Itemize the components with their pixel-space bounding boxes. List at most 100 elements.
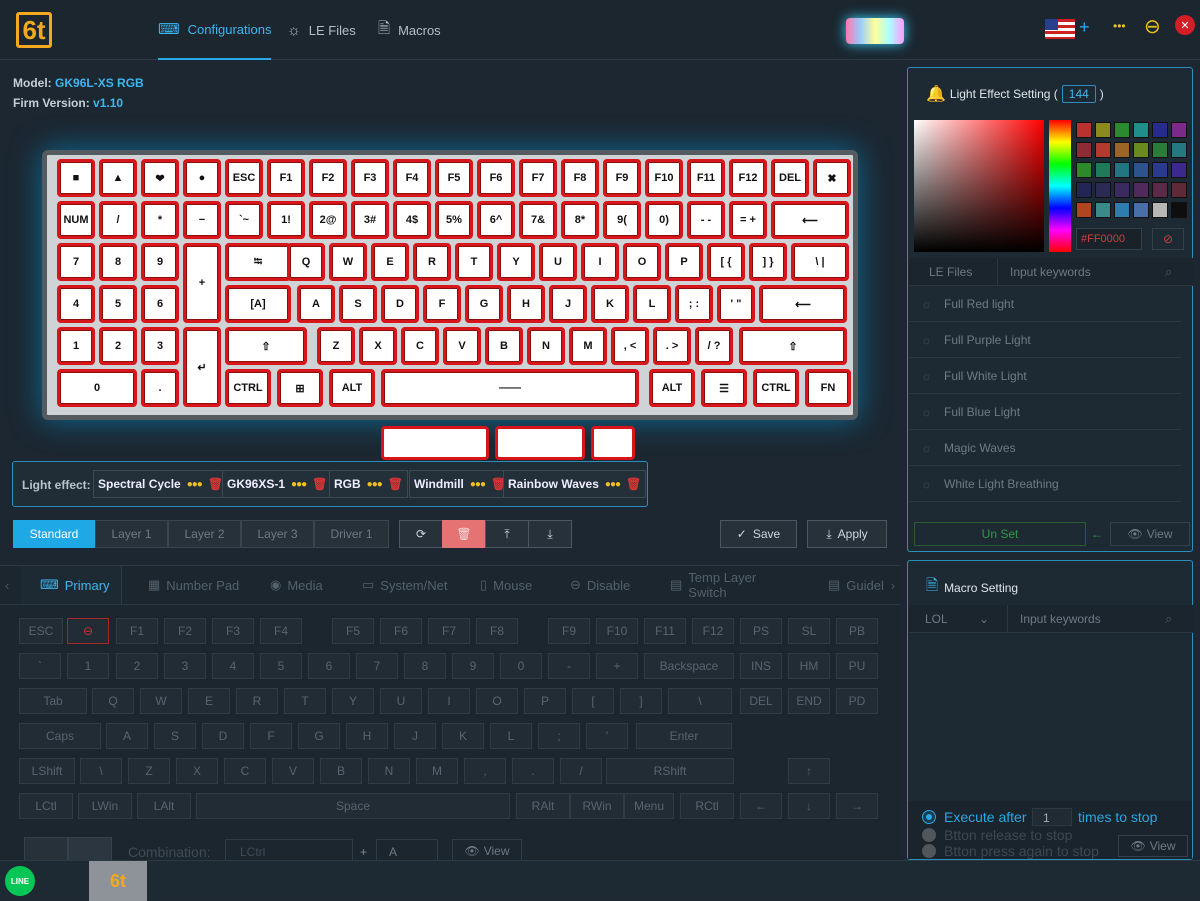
keyboard-key[interactable]: ; : bbox=[675, 285, 713, 323]
mapping-key[interactable]: [ bbox=[572, 688, 614, 714]
mapping-key[interactable]: ← bbox=[740, 793, 782, 819]
mapping-key[interactable]: Menu bbox=[624, 793, 674, 819]
mapping-key[interactable]: F7 bbox=[428, 618, 470, 644]
mapping-key[interactable]: F3 bbox=[212, 618, 254, 644]
color-swatch[interactable] bbox=[1076, 122, 1092, 138]
mapping-key[interactable]: RCtl bbox=[680, 793, 734, 819]
color-swatch[interactable] bbox=[1133, 122, 1149, 138]
mapping-key[interactable]: T bbox=[284, 688, 326, 714]
keyboard-key[interactable]: / ? bbox=[695, 327, 733, 365]
color-picker-area[interactable] bbox=[914, 120, 1044, 252]
mapping-key[interactable]: - bbox=[548, 653, 590, 679]
keyboard-key[interactable]: V bbox=[443, 327, 481, 365]
mapping-key[interactable]: I bbox=[428, 688, 470, 714]
keyboard-key[interactable]: F4 bbox=[393, 159, 431, 197]
keyboard-key[interactable]: DEL bbox=[771, 159, 809, 197]
refresh-button[interactable]: ⟳ bbox=[399, 520, 443, 548]
mapping-key[interactable]: ; bbox=[538, 723, 580, 749]
light-effect-chip[interactable]: Windmill ●●● 🗑 bbox=[409, 470, 512, 498]
mapping-tab[interactable]: ▤ Guidel bbox=[810, 566, 886, 604]
keyboard-key[interactable]: 7& bbox=[519, 201, 557, 239]
mapping-key[interactable]: PS bbox=[740, 618, 782, 644]
more-icon[interactable]: ●●● bbox=[187, 479, 203, 490]
more-icon[interactable]: ●●● bbox=[291, 479, 307, 490]
keyboard-key[interactable]: ] } bbox=[749, 243, 787, 281]
keyboard-key[interactable]: F5 bbox=[435, 159, 473, 197]
scroll-right-icon[interactable]: › bbox=[886, 566, 900, 604]
color-swatch[interactable] bbox=[1171, 182, 1187, 198]
mapping-key[interactable]: J bbox=[394, 723, 436, 749]
mapping-key[interactable]: E bbox=[188, 688, 230, 714]
keyboard-key[interactable]: ↵ bbox=[183, 327, 221, 407]
mapping-key[interactable]: H bbox=[346, 723, 388, 749]
keyboard-key[interactable]: 5 bbox=[99, 285, 137, 323]
mapping-key[interactable]: 5 bbox=[260, 653, 302, 679]
keyboard-key[interactable]: J bbox=[549, 285, 587, 323]
keyboard-key[interactable]: - - bbox=[687, 201, 725, 239]
layer-tab[interactable]: Layer 1 bbox=[95, 520, 168, 548]
keyboard-key[interactable]: NUM bbox=[57, 201, 95, 239]
add-icon[interactable]: + bbox=[1079, 17, 1090, 38]
mapping-key[interactable]: INS bbox=[740, 653, 782, 679]
mapping-key[interactable]: 9 bbox=[452, 653, 494, 679]
le-file-item[interactable]: ☼ Full Red light bbox=[909, 286, 1181, 322]
mapping-key[interactable]: RShift bbox=[606, 758, 734, 784]
le-file-item[interactable]: ☼ White Light Breathing bbox=[909, 466, 1181, 502]
color-swatch[interactable] bbox=[1095, 142, 1111, 158]
keyboard-key[interactable]: \ | bbox=[791, 243, 849, 281]
keyboard-key[interactable]: E bbox=[371, 243, 409, 281]
scroll-left-icon[interactable]: ‹ bbox=[0, 566, 14, 604]
color-swatch[interactable] bbox=[1114, 202, 1130, 218]
execute-radio[interactable] bbox=[922, 810, 936, 824]
layer-tab[interactable]: Standard bbox=[13, 520, 95, 548]
keyboard-key[interactable]: F bbox=[423, 285, 461, 323]
light-effect-chip[interactable]: GK96XS-1 ●●● 🗑 bbox=[222, 470, 333, 498]
mapping-key[interactable]: U bbox=[380, 688, 422, 714]
le-file-item[interactable]: ☼ Full Blue Light bbox=[909, 394, 1181, 430]
keyboard-key[interactable]: 3 bbox=[141, 327, 179, 365]
mapping-key[interactable]: S bbox=[154, 723, 196, 749]
keyboard-key[interactable]: F12 bbox=[729, 159, 767, 197]
mapping-tab[interactable]: ▤ Temp Layer Switch bbox=[652, 566, 792, 604]
keyboard-key[interactable]: A bbox=[297, 285, 335, 323]
keyboard-key[interactable]: I bbox=[581, 243, 619, 281]
keyboard-thumbnail[interactable] bbox=[846, 18, 904, 44]
mapping-key[interactable]: F2 bbox=[164, 618, 206, 644]
color-swatch[interactable] bbox=[1114, 162, 1130, 178]
mapping-key[interactable]: R bbox=[236, 688, 278, 714]
keyboard-key[interactable]: + bbox=[183, 243, 221, 323]
keyboard-key[interactable]: H bbox=[507, 285, 545, 323]
color-swatch[interactable] bbox=[1152, 142, 1168, 158]
keyboard-key[interactable]: * bbox=[141, 201, 179, 239]
mapping-tab[interactable]: ◉ Media bbox=[252, 566, 342, 604]
mapping-key[interactable]: 1 bbox=[67, 653, 109, 679]
trash-icon[interactable]: 🗑 bbox=[388, 477, 403, 491]
keyboard-key[interactable]: G bbox=[465, 285, 503, 323]
mapping-key[interactable]: F11 bbox=[644, 618, 686, 644]
search-icon[interactable]: ⌕ bbox=[1165, 611, 1172, 627]
mapping-key[interactable]: . bbox=[512, 758, 554, 784]
keyboard-key[interactable]: F3 bbox=[351, 159, 389, 197]
color-swatch[interactable] bbox=[1152, 162, 1168, 178]
color-swatch[interactable] bbox=[1114, 142, 1130, 158]
keyboard-key[interactable]: ✖ bbox=[813, 159, 851, 197]
mapping-key[interactable]: 8 bbox=[404, 653, 446, 679]
mapping-key[interactable]: ↓ bbox=[788, 793, 830, 819]
keyboard-key[interactable]: F10 bbox=[645, 159, 683, 197]
mapping-key[interactable]: RAlt bbox=[516, 793, 570, 819]
keyboard-key[interactable]: F6 bbox=[477, 159, 515, 197]
eyedropper-icon[interactable]: ⊘ bbox=[1152, 228, 1184, 250]
mapping-key[interactable]: RWin bbox=[570, 793, 624, 819]
keyboard-key[interactable]: P bbox=[665, 243, 703, 281]
mapping-key[interactable]: F10 bbox=[596, 618, 638, 644]
mapping-key[interactable]: F4 bbox=[260, 618, 302, 644]
keyboard-key[interactable]: 2 bbox=[99, 327, 137, 365]
mapping-key[interactable]: LCtl bbox=[19, 793, 73, 819]
keyboard-key[interactable]: 0 bbox=[57, 369, 137, 407]
keyboard-key[interactable]: ❤ bbox=[141, 159, 179, 197]
mapping-key[interactable]: HM bbox=[788, 653, 830, 679]
keyboard-key[interactable]: Y bbox=[497, 243, 535, 281]
macro-search-input[interactable]: Input keywords bbox=[1007, 605, 1145, 633]
keyboard-key[interactable]: X bbox=[359, 327, 397, 365]
extra-key[interactable] bbox=[381, 426, 489, 460]
